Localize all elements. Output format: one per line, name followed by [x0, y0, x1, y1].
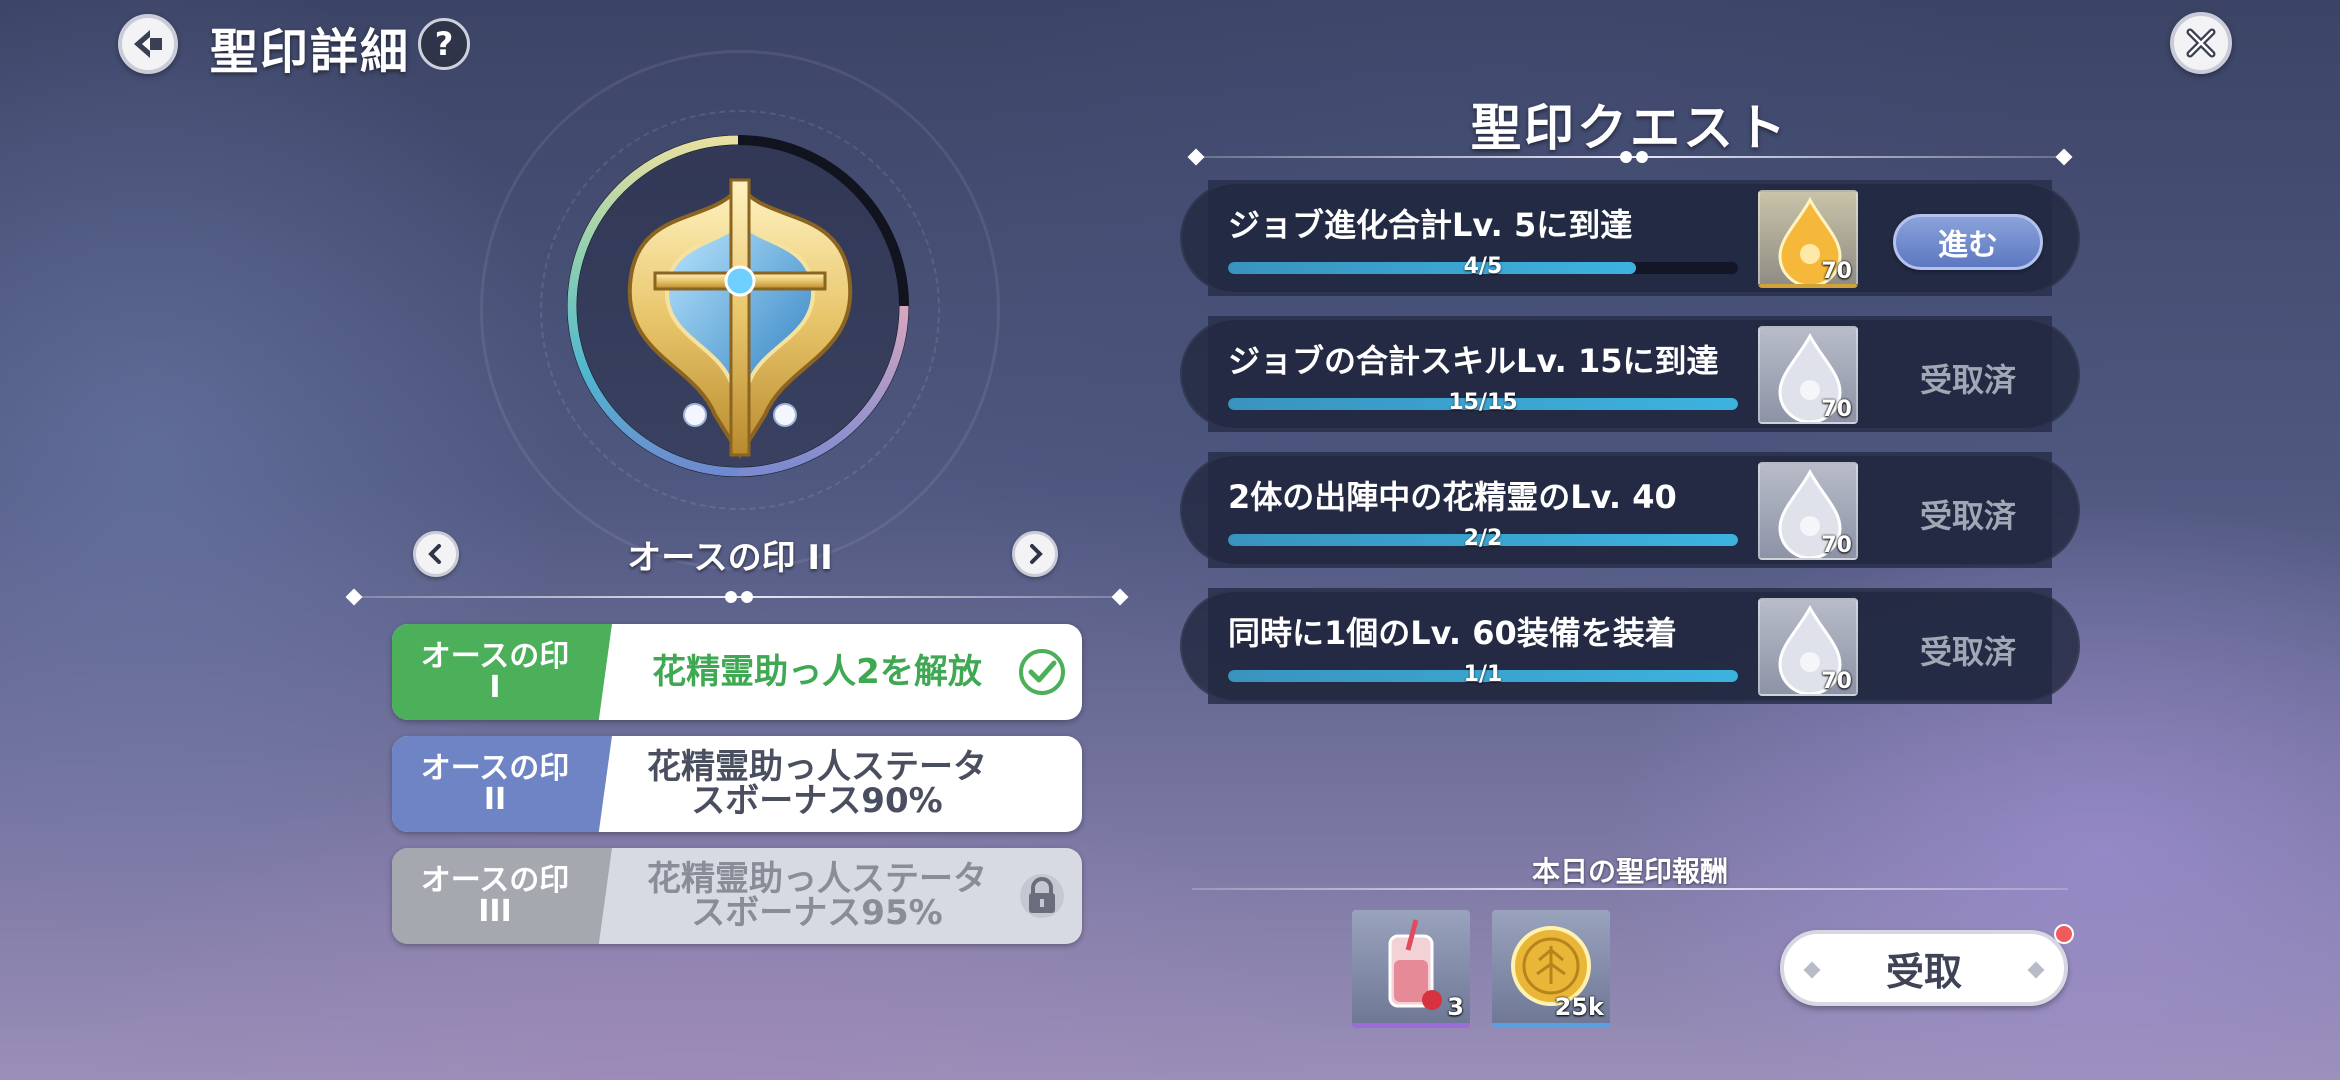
claimed-label: 受取済	[1919, 361, 2016, 399]
go-button[interactable]: 進む	[1893, 214, 2043, 270]
divider-end	[1111, 588, 1129, 606]
back-button[interactable]	[118, 14, 178, 74]
quest-reward[interactable]: 70	[1758, 326, 1858, 424]
divider-ornament	[725, 591, 737, 603]
quest-text: 2体の出陣中の花精霊のLv. 40	[1228, 478, 1677, 516]
quest-text: ジョブの合計スキルLv. 15に到達	[1228, 342, 1719, 380]
claim-daily-reward-button[interactable]: 受取	[1780, 930, 2068, 1006]
claimed-label: 受取済	[1919, 497, 2016, 535]
tier-label: オースの印 I	[392, 624, 612, 720]
seal-tier-2[interactable]: オースの印 II 花精霊助っ人ステータ スボーナス90%	[392, 736, 1082, 832]
quest-row: ジョブ進化合計Lv. 5に到達 4/5 70 進む	[1180, 180, 2080, 296]
tier-description: 花精霊助っ人ステータ スボーナス95%	[647, 859, 987, 933]
back-arrow-icon	[134, 30, 162, 58]
reward-quantity: 3	[1447, 993, 1464, 1021]
claim-button-label: 受取	[1885, 949, 1962, 994]
quest-progress-text: 1/1	[1463, 662, 1503, 687]
quest-reward[interactable]: 70	[1758, 462, 1858, 560]
quest-progress-text: 4/5	[1463, 254, 1503, 279]
quest-progress-text: 15/15	[1448, 390, 1518, 415]
divider-ornament	[1620, 151, 1632, 163]
daily-divider	[1192, 888, 2068, 890]
divider-end	[2055, 148, 2073, 166]
lock-icon	[1020, 874, 1064, 918]
close-button[interactable]	[2170, 12, 2232, 74]
close-icon	[2186, 28, 2216, 58]
divider-ornament	[741, 591, 753, 603]
seal-divider	[350, 596, 1126, 598]
quest-text: ジョブ進化合計Lv. 5に到達	[1228, 206, 1633, 244]
quest-row: 同時に1個のLv. 60装備を装着 1/1 70 受取済	[1180, 588, 2080, 704]
button-ornament	[1803, 961, 1821, 979]
divider-ornament	[1636, 151, 1648, 163]
next-seal-button[interactable]	[1012, 531, 1058, 577]
claimed-label: 受取済	[1919, 633, 2016, 671]
page-title: 聖印詳細	[210, 24, 411, 80]
reward-quantity: 70	[1821, 397, 1852, 422]
reward-quantity: 25k	[1554, 993, 1604, 1021]
daily-reward-item[interactable]: 3	[1352, 910, 1470, 1028]
quest-text: 同時に1個のLv. 60装備を装着	[1228, 614, 1677, 652]
help-button[interactable]: ?	[418, 18, 470, 70]
divider-end	[1187, 148, 1205, 166]
quest-row: ジョブの合計スキルLv. 15に到達 15/15 70 受取済	[1180, 316, 2080, 432]
seal-emblem-icon	[627, 178, 853, 459]
quest-progress-text: 2/2	[1463, 526, 1503, 551]
divider-end	[345, 588, 363, 606]
reward-quantity: 70	[1821, 669, 1852, 694]
daily-reward-item[interactable]: 25k	[1492, 910, 1610, 1028]
quest-panel-title: 聖印クエスト	[1471, 99, 1789, 157]
notification-dot	[2054, 924, 2074, 944]
previous-seal-button[interactable]	[413, 531, 459, 577]
button-ornament	[2027, 961, 2045, 979]
reward-quantity: 70	[1821, 259, 1852, 284]
seal-tier-3[interactable]: オースの印 III 花精霊助っ人ステータ スボーナス95%	[392, 848, 1082, 944]
tier-description: 花精霊助っ人ステータ スボーナス90%	[647, 747, 987, 821]
tier-label: オースの印 III	[392, 848, 612, 944]
reward-quantity: 70	[1821, 533, 1852, 558]
chevron-left-icon	[428, 544, 441, 564]
current-seal-name: オースの印 II	[627, 538, 833, 578]
tier-description: 花精霊助っ人2を解放	[652, 652, 982, 692]
quest-reward[interactable]: 70	[1758, 190, 1858, 288]
quest-reward[interactable]: 70	[1758, 598, 1858, 696]
quest-row: 2体の出陣中の花精霊のLv. 40 2/2 70 受取済	[1180, 452, 2080, 568]
daily-reward-title: 本日の聖印報酬	[1531, 855, 1728, 888]
tier-label: オースの印 II	[392, 736, 612, 832]
check-icon	[1019, 649, 1065, 695]
seal-tier-1[interactable]: オースの印 I 花精霊助っ人2を解放	[392, 624, 1082, 720]
chevron-right-icon	[1030, 544, 1043, 564]
